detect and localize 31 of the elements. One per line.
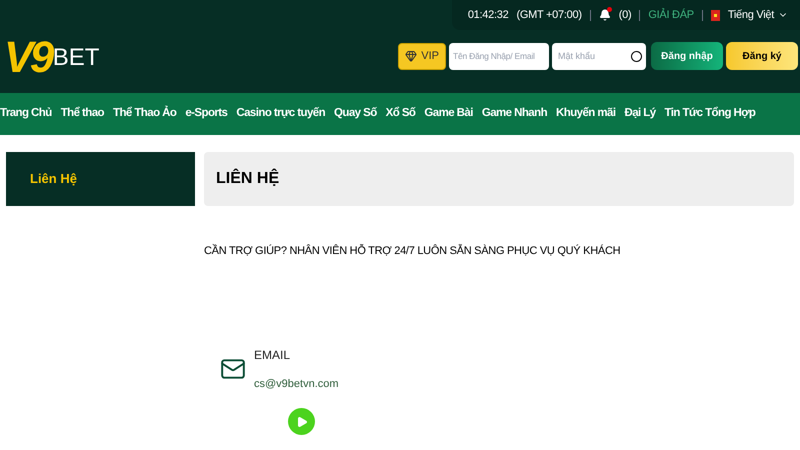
email-link[interactable]: cs@v9betvn.com <box>254 376 339 392</box>
nav-link[interactable]: Casino trực tuyến <box>236 105 326 123</box>
flag-icon <box>710 10 720 20</box>
intro-text: CẦN TRỢ GIÚP? NHÂN VIÊN HỖ TRỢ 24/7 LUÔN SẴN SÀNG PHỤC VỤ QUÝ KHÁCH <box>204 243 622 259</box>
nav-link[interactable]: Trang Chủ <box>0 105 52 123</box>
sidebar-item[interactable]: Liên Hệ <box>6 152 195 206</box>
nav-link[interactable]: e-Sports <box>185 105 228 123</box>
help-link[interactable]: GIẢI ĐÁP <box>648 6 694 24</box>
diamond-icon <box>405 50 418 62</box>
nav-link[interactable]: Đại Lý <box>624 105 656 123</box>
nav-link[interactable]: Game Bài <box>424 105 473 123</box>
bell-icon[interactable] <box>598 9 611 21</box>
contact-label: EMAIL <box>254 346 292 364</box>
login-button[interactable]: Đăng nhập <box>651 42 723 70</box>
nav-link[interactable]: Xổ Số <box>386 105 416 123</box>
nav-link[interactable]: Quay Số <box>334 105 377 123</box>
language-selector[interactable]: Tiếng Việt <box>728 6 788 24</box>
password-field[interactable]: Mật khẩu <box>552 42 646 70</box>
username-field[interactable]: Tên Đăng Nhập/ Email <box>449 42 549 70</box>
page-title: LIÊN HỆ <box>216 168 280 189</box>
nav-link[interactable]: Tin Tức Tổng Hợp <box>664 105 756 123</box>
nav-link[interactable]: Khuyến mãi <box>556 105 616 123</box>
timezone-text: (GMT +07:00) <box>516 8 582 23</box>
play-icon <box>296 416 308 428</box>
nav-link[interactable]: Thể Thao Ảo <box>113 105 176 123</box>
notification-count[interactable]: (0) <box>618 6 632 24</box>
register-button[interactable]: Đăng ký <box>726 42 798 70</box>
nav-link[interactable]: Game Nhanh <box>482 105 548 123</box>
vip-button[interactable]: VIP <box>398 42 446 70</box>
clock-text: 01:42:32 <box>468 8 508 23</box>
nav-link[interactable]: Thể thao <box>60 105 104 123</box>
